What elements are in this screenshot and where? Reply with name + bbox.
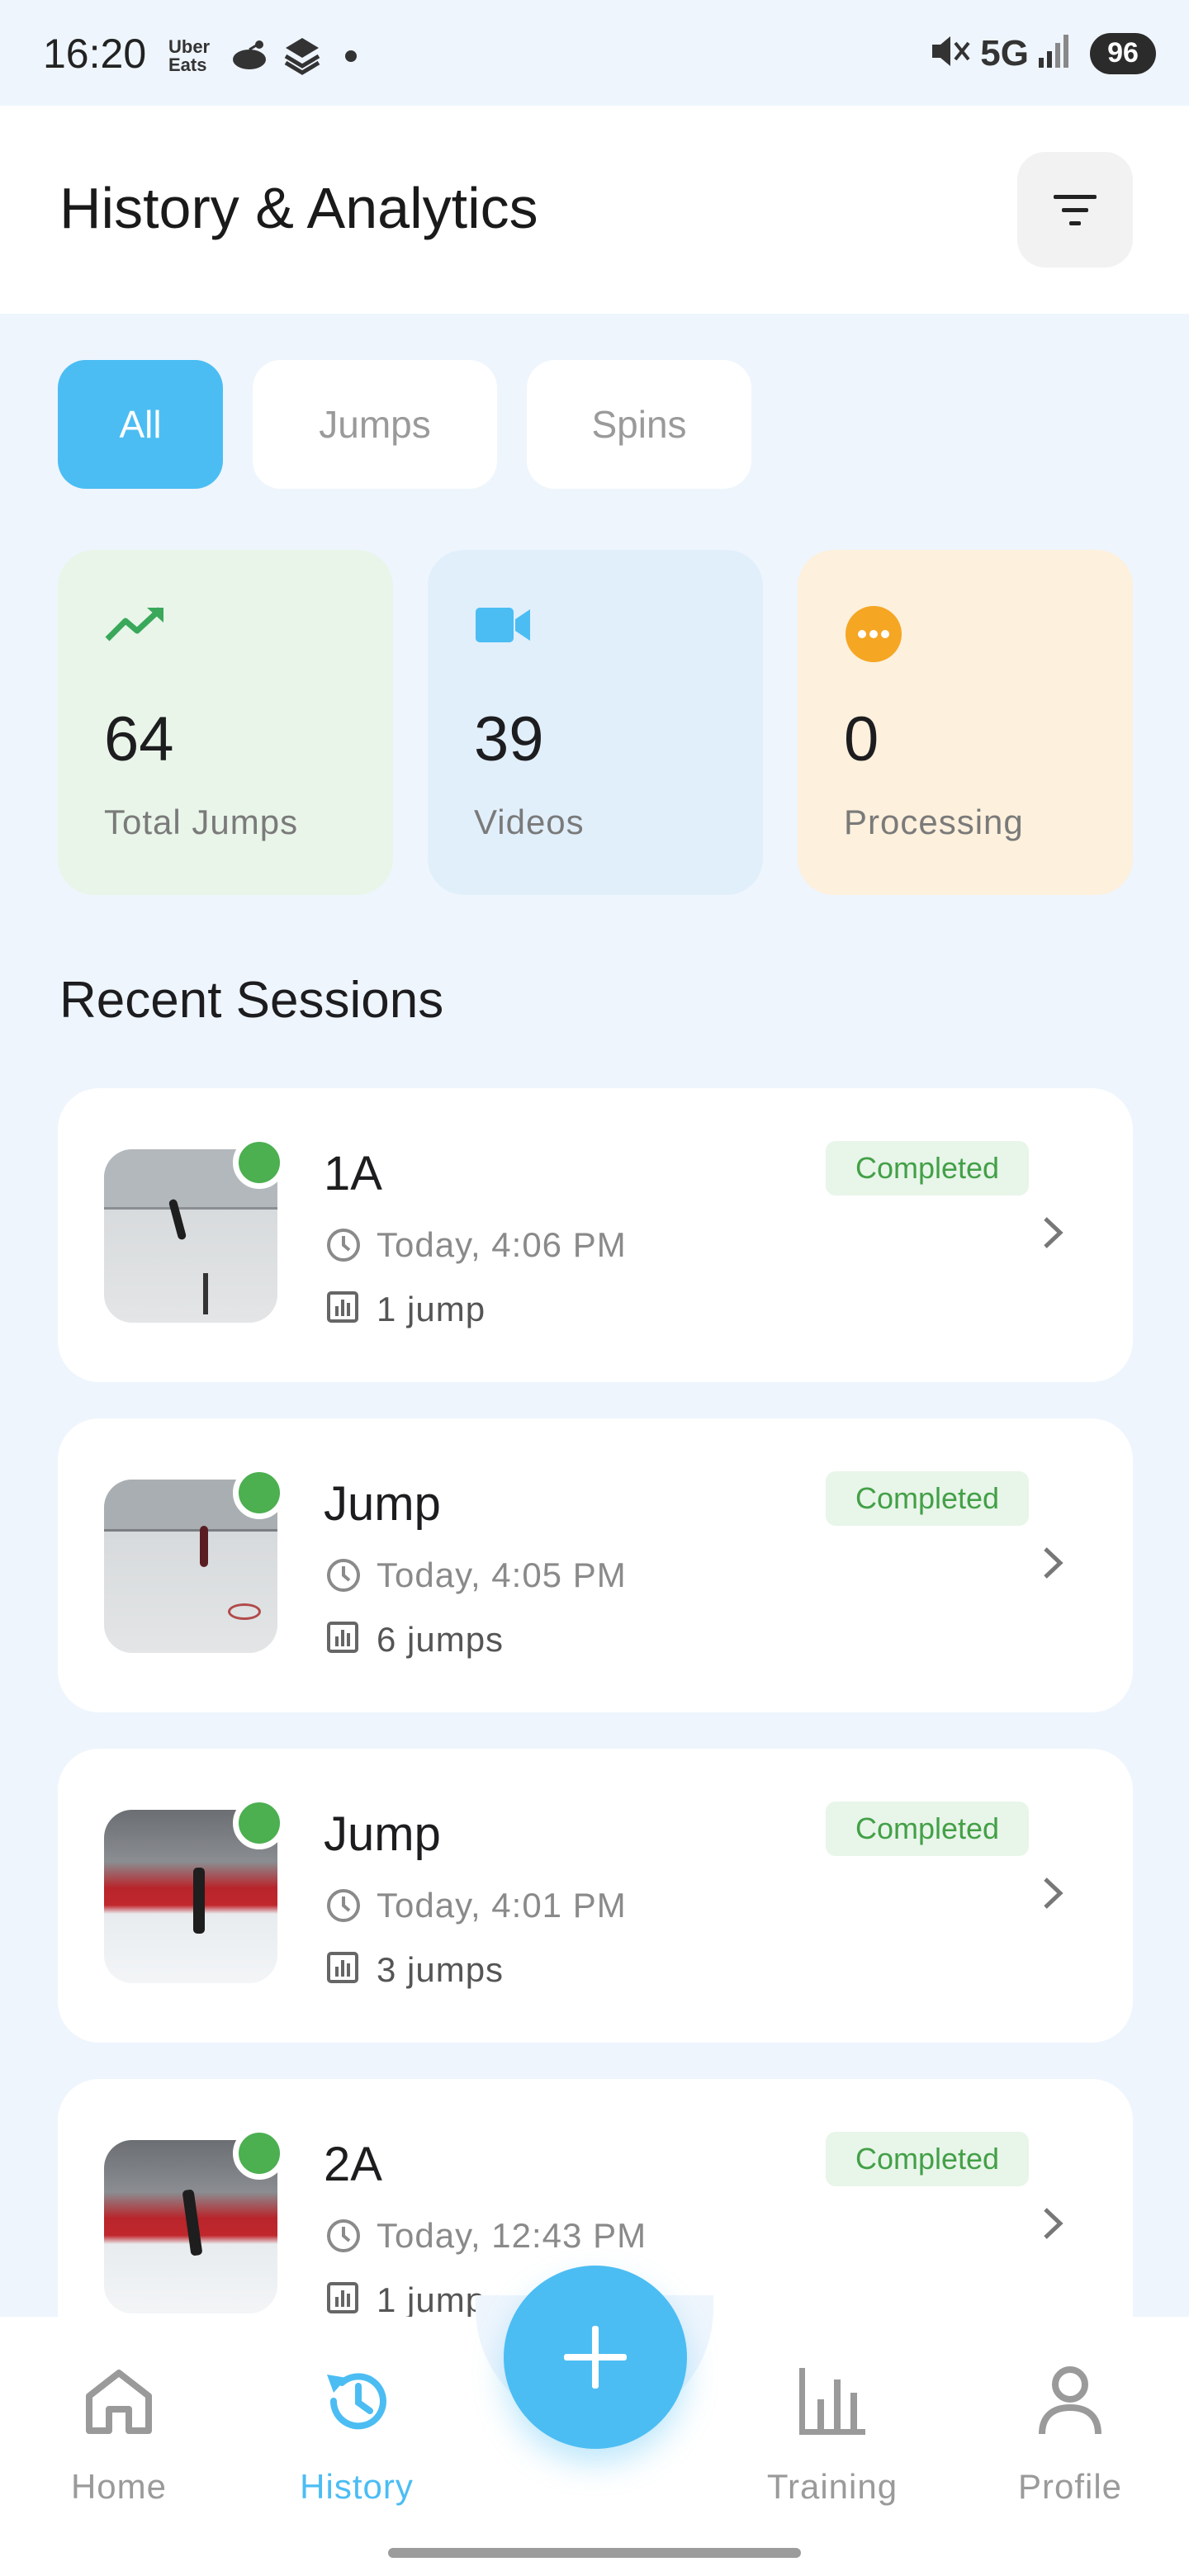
status-dot — [233, 1466, 286, 1519]
clock-icon — [325, 1887, 362, 1928]
session-card[interactable]: Jump Today, 4:01 PM 3 jumps Completed — [58, 1749, 1133, 2043]
nav-label: Training — [766, 2467, 898, 2506]
section-title-recent-sessions: Recent Sessions — [59, 972, 444, 1029]
bar-chart-icon — [799, 2368, 865, 2435]
page-title: History & Analytics — [59, 176, 538, 240]
session-time: Today, 4:01 PM — [377, 1886, 627, 1925]
filter-button[interactable] — [1017, 152, 1133, 268]
stat-label: Total Jumps — [104, 803, 299, 841]
session-time: Today, 4:06 PM — [377, 1225, 627, 1264]
chevron-right-icon — [1040, 1544, 1065, 1586]
history-icon — [327, 2373, 386, 2430]
clock-icon — [325, 2218, 362, 2258]
video-camera-icon — [474, 604, 532, 650]
filter-icon — [1054, 195, 1097, 225]
session-jump-count: 1 jump — [377, 2280, 486, 2319]
nav-home[interactable]: Home — [36, 2358, 201, 2507]
mute-icon — [929, 31, 972, 75]
notification-icons: Uber Eats — [168, 33, 357, 79]
session-name: 2A — [324, 2138, 382, 2191]
stat-value: 64 — [104, 704, 174, 774]
nav-profile[interactable]: Profile — [988, 2358, 1153, 2507]
nav-training[interactable]: Training — [750, 2358, 915, 2507]
home-icon — [86, 2370, 152, 2434]
add-session-button[interactable] — [504, 2266, 687, 2449]
stat-value: 39 — [474, 704, 544, 774]
stat-card-videos: 39 Videos — [428, 550, 763, 895]
status-badge: Completed — [826, 1471, 1029, 1526]
status-badge: Completed — [826, 1141, 1029, 1196]
stack-icon — [281, 33, 324, 80]
stat-value: 0 — [844, 704, 879, 774]
home-indicator[interactable] — [388, 2548, 801, 2558]
session-time: Today, 12:43 PM — [377, 2216, 647, 2255]
session-list: 1A Today, 4:06 PM 1 jump Completed Jump … — [58, 1088, 1133, 2409]
session-jump-count: 3 jumps — [377, 1950, 504, 1989]
status-badge: Completed — [826, 1802, 1029, 1856]
status-dot — [233, 2127, 286, 2180]
status-dot — [233, 1797, 286, 1849]
session-name: Jump — [324, 1807, 441, 1861]
session-jump-count: 1 jump — [377, 1290, 486, 1328]
nav-label: Home — [70, 2467, 168, 2506]
session-time: Today, 4:05 PM — [377, 1556, 627, 1594]
tab-jumps[interactable]: Jumps — [253, 360, 497, 489]
clock-icon — [325, 1227, 362, 1267]
stat-card-processing: 0 Processing — [798, 550, 1133, 895]
more-dots-icon — [844, 604, 903, 668]
session-card[interactable]: 1A Today, 4:06 PM 1 jump Completed — [58, 1088, 1133, 1382]
nav-label: Profile — [1017, 2467, 1123, 2506]
tab-spins[interactable]: Spins — [527, 360, 751, 489]
stat-card-total-jumps: 64 Total Jumps — [58, 550, 393, 895]
chevron-right-icon — [1040, 2204, 1065, 2247]
bar-chart-small-icon — [327, 1952, 358, 1987]
bar-chart-small-icon — [327, 2282, 358, 2318]
status-indicators: 5G 96 — [929, 31, 1156, 75]
clock-icon — [325, 1557, 362, 1598]
uber-eats-icon: Uber Eats — [168, 36, 211, 75]
bar-chart-small-icon — [327, 1622, 358, 1657]
filter-tabs: All Jumps Spins — [58, 360, 751, 489]
status-bar: 16:20 Uber Eats 5G 96 — [0, 0, 1189, 106]
status-dot — [233, 1136, 286, 1189]
bar-chart-small-icon — [327, 1291, 358, 1327]
more-notifications-dot — [345, 50, 357, 62]
nav-label: History — [300, 2467, 414, 2506]
trending-up-icon — [104, 604, 167, 648]
status-time: 16:20 — [43, 31, 147, 77]
tab-all[interactable]: All — [58, 360, 223, 489]
signal-icon — [1037, 33, 1075, 73]
chevron-right-icon — [1040, 1214, 1065, 1256]
person-icon — [1039, 2366, 1101, 2435]
plus-icon — [564, 2326, 627, 2389]
nav-history[interactable]: History — [274, 2358, 439, 2507]
stat-label: Processing — [844, 803, 1024, 841]
stat-label: Videos — [474, 803, 585, 841]
network-type: 5G — [980, 32, 1029, 73]
battery-indicator: 96 — [1090, 32, 1156, 74]
status-badge: Completed — [826, 2132, 1029, 2186]
reddit-icon — [230, 38, 269, 75]
header: History & Analytics — [0, 106, 1189, 314]
session-name: 1A — [324, 1147, 382, 1200]
session-jump-count: 6 jumps — [377, 1620, 504, 1659]
session-card[interactable]: Jump Today, 4:05 PM 6 jumps Completed — [58, 1418, 1133, 1712]
session-name: Jump — [324, 1477, 441, 1531]
chevron-right-icon — [1040, 1874, 1065, 1916]
